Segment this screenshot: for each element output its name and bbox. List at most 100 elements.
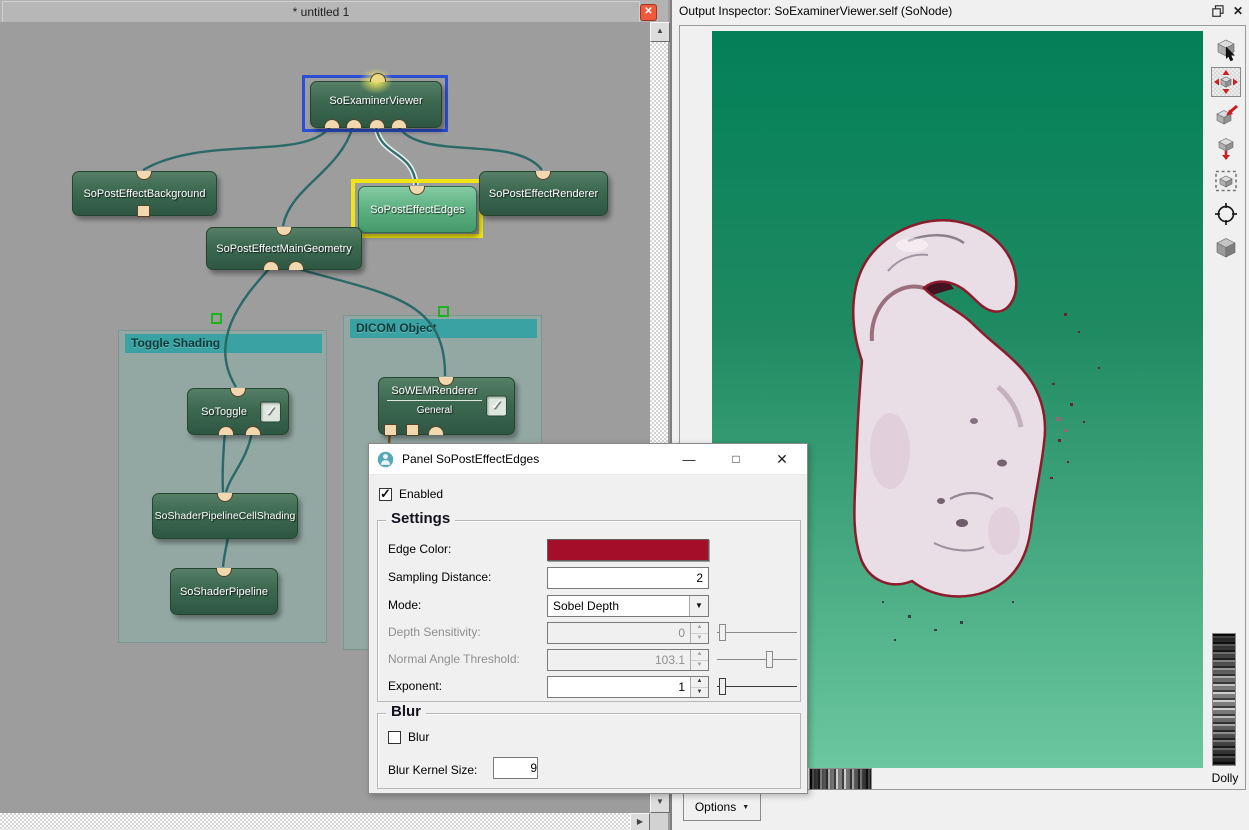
pick-cursor-icon xyxy=(1213,36,1239,62)
wire-examiner-background[interactable] xyxy=(143,126,331,170)
connector-toggle-out2[interactable] xyxy=(245,426,261,435)
blur-checkbox-label: Blur xyxy=(408,730,429,744)
wire-maingeometry-toggle[interactable] xyxy=(225,268,270,387)
wire-toggle-cellshading-1[interactable] xyxy=(223,432,225,492)
slider-thumb[interactable] xyxy=(766,651,773,668)
wire-examiner-maingeometry[interactable] xyxy=(283,126,353,226)
blur-kernel-input[interactable] xyxy=(494,758,549,778)
group-boundary-connector-toggle[interactable] xyxy=(211,313,222,324)
blur-checkbox-row[interactable]: Blur xyxy=(388,730,429,744)
normal-angle-label: Normal Angle Threshold: xyxy=(388,652,520,666)
connector-wem-out1[interactable] xyxy=(384,424,397,436)
minimize-button[interactable]: — xyxy=(674,444,704,474)
scroll-down-button[interactable]: ▼ xyxy=(650,793,670,813)
node-soshaderpipeline[interactable]: SoShaderPipeline xyxy=(170,568,278,615)
sampling-distance-input[interactable] xyxy=(548,568,708,588)
connector-examiner-in3[interactable] xyxy=(369,119,385,128)
connector-maingeometry-out1[interactable] xyxy=(263,261,279,270)
sampling-distance-row: Sampling Distance: xyxy=(388,567,790,589)
options-button-label: Options xyxy=(695,800,736,814)
camera-type-button[interactable] xyxy=(1211,232,1241,262)
wire-examiner-renderer[interactable] xyxy=(398,126,542,170)
combo-dropdown-icon[interactable]: ▼ xyxy=(689,596,708,616)
slider-thumb[interactable] xyxy=(719,678,726,695)
exponent-slider[interactable] xyxy=(717,677,797,697)
cube-down-arrow-icon xyxy=(1213,135,1239,161)
connector-wem-out3[interactable] xyxy=(428,426,444,435)
edge-color-label: Edge Color: xyxy=(388,542,451,556)
connector-wem-out2[interactable] xyxy=(406,424,419,436)
blur-kernel-label: Blur Kernel Size: xyxy=(388,763,477,777)
node-sotoggle[interactable]: SoToggle ✓ xyxy=(187,388,289,435)
spinner-buttons[interactable]: ▲▼ xyxy=(690,650,708,670)
horizontal-scrollbar[interactable]: ▶ xyxy=(0,813,650,830)
tab-close-button[interactable]: ✕ xyxy=(640,4,657,21)
close-button[interactable]: ✕ xyxy=(767,444,797,474)
enabled-checkbox[interactable] xyxy=(379,488,392,501)
exponent-input[interactable] xyxy=(548,677,690,697)
scrollbar-corner xyxy=(650,813,668,830)
panel-dialog: Panel SoPostEffectEdges — □ ✕ Enabled Se… xyxy=(368,443,808,794)
wire-toggle-cellshading-2[interactable] xyxy=(226,432,252,492)
group-boundary-connector-dicom[interactable] xyxy=(438,306,449,317)
scroll-right-button[interactable]: ▶ xyxy=(630,813,650,830)
connector-examiner-in1[interactable] xyxy=(324,119,340,128)
wire-maingeometry-wem[interactable] xyxy=(295,268,445,376)
view-down-button[interactable] xyxy=(1211,133,1241,163)
connector-maingeometry-out2[interactable] xyxy=(288,261,304,270)
viewer-toolbar xyxy=(1208,34,1244,262)
seek-mode-button[interactable] xyxy=(1211,100,1241,130)
connector-toggle-out1[interactable] xyxy=(218,426,234,435)
wem-enabled-checkbox[interactable]: ✓ xyxy=(486,396,507,417)
wire-cellshading-shaderpipeline[interactable] xyxy=(223,537,228,567)
pick-mode-button[interactable] xyxy=(1211,34,1241,64)
spin-down-icon[interactable]: ▼ xyxy=(691,660,708,671)
blur-kernel-row: Blur Kernel Size: xyxy=(388,760,790,782)
tab-untitled[interactable]: * untitled 1 xyxy=(2,1,640,22)
view-all-button[interactable] xyxy=(1211,166,1241,196)
blur-checkbox[interactable] xyxy=(388,731,401,744)
depth-sensitivity-input[interactable] xyxy=(548,623,690,643)
connector-examiner-in2[interactable] xyxy=(346,119,362,128)
slider-thumb[interactable] xyxy=(719,624,726,641)
connector-background-out[interactable] xyxy=(137,205,150,217)
spinner-buttons[interactable]: ▲▼ xyxy=(690,623,708,643)
spin-down-icon[interactable]: ▼ xyxy=(691,687,708,698)
view-mode-button[interactable] xyxy=(1211,67,1241,97)
spin-up-icon[interactable]: ▲ xyxy=(691,677,708,687)
rotate-thumbwheel[interactable] xyxy=(809,768,872,790)
depth-sensitivity-row: Depth Sensitivity: ▲▼ xyxy=(388,622,790,644)
crosshair-icon xyxy=(1213,201,1239,227)
dialog-titlebar[interactable]: Panel SoPostEffectEdges — □ ✕ xyxy=(369,444,807,475)
spin-up-icon[interactable]: ▲ xyxy=(691,623,708,633)
toggle-enabled-checkbox[interactable]: ✓ xyxy=(260,401,281,422)
spinner-buttons[interactable]: ▲▼ xyxy=(690,677,708,697)
spin-up-icon[interactable]: ▲ xyxy=(691,650,708,660)
maximize-button[interactable]: □ xyxy=(721,444,751,474)
spin-down-icon[interactable]: ▼ xyxy=(691,633,708,644)
node-sowemrenderer[interactable]: SoWEMRenderer General ✓ xyxy=(378,377,515,435)
edge-color-swatch[interactable] xyxy=(547,539,709,561)
scroll-up-button[interactable]: ▲ xyxy=(650,22,670,42)
exponent-row: Exponent: ▲▼ xyxy=(388,676,790,698)
depth-sensitivity-slider[interactable] xyxy=(717,623,797,643)
connector-examiner-in4[interactable] xyxy=(391,119,407,128)
node-soposteffectmaingeometry[interactable]: SoPostEffectMainGeometry xyxy=(206,227,362,270)
node-soposteffectrenderer[interactable]: SoPostEffectRenderer xyxy=(479,171,608,216)
connector-examiner-output[interactable] xyxy=(370,73,386,82)
node-soposteffectbackground[interactable]: SoPostEffectBackground xyxy=(72,171,217,216)
node-soposteffectedges[interactable]: SoPostEffectEdges xyxy=(358,186,477,233)
slider-track xyxy=(717,686,797,687)
node-soexaminerviewer[interactable]: SoExaminerViewer xyxy=(310,81,442,128)
float-window-icon[interactable] xyxy=(1212,5,1224,17)
node-soshaderpipelinecellshading[interactable]: SoShaderPipelineCellShading xyxy=(152,493,298,539)
dolly-thumbwheel[interactable] xyxy=(1212,633,1236,766)
mode-label: Mode: xyxy=(388,598,421,612)
options-button[interactable]: Options ▼ xyxy=(683,793,761,821)
close-inspector-icon[interactable]: ✕ xyxy=(1233,4,1243,18)
normal-angle-slider[interactable] xyxy=(717,650,797,670)
mode-combobox[interactable]: Sobel Depth ▼ xyxy=(547,595,709,617)
focus-button[interactable] xyxy=(1211,199,1241,229)
normal-angle-input[interactable] xyxy=(548,650,690,670)
enabled-checkbox-row[interactable]: Enabled xyxy=(379,487,443,501)
